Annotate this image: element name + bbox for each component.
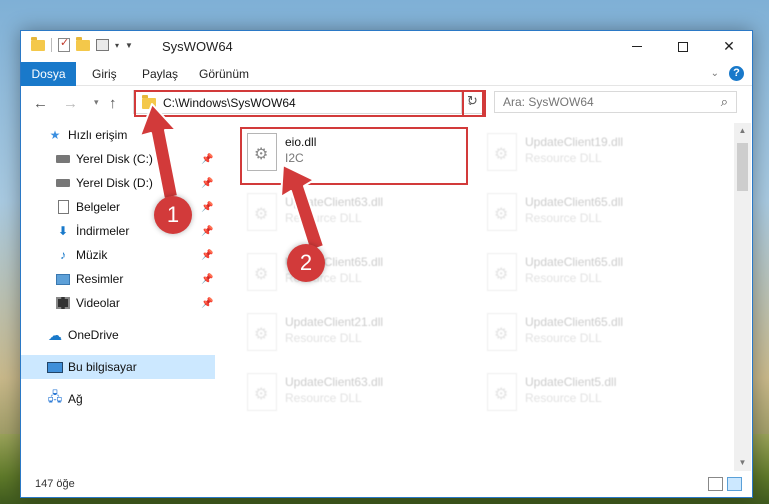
step-badge-1: 1 — [154, 196, 192, 234]
arrow-2 — [280, 164, 325, 252]
annotation-arrows — [139, 103, 325, 252]
step-badge-2: 2 — [287, 244, 325, 282]
arrow-1 — [139, 103, 179, 200]
